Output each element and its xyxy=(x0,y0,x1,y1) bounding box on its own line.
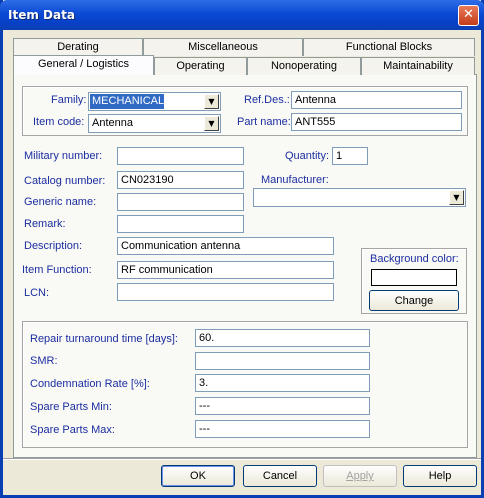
remark-label: Remark: xyxy=(24,218,66,230)
item-code-label: Item code: xyxy=(33,116,85,128)
condemnation-input[interactable]: 3. xyxy=(195,374,370,392)
spare-max-label: Spare Parts Max: xyxy=(30,424,115,436)
background-color-label: Background color: xyxy=(370,253,459,265)
spare-min-input[interactable]: --- xyxy=(195,397,370,415)
repair-tat-input[interactable]: 60. xyxy=(195,329,370,347)
item-code-value: Antenna xyxy=(92,117,133,129)
tab-derating[interactable]: Derating xyxy=(13,38,143,56)
apply-button[interactable]: Apply xyxy=(323,465,397,487)
window-title: Item Data xyxy=(8,8,75,22)
lcn-label: LCN: xyxy=(24,287,50,299)
tab-general-logistics[interactable]: General / Logistics xyxy=(13,55,154,75)
tab-maintainability[interactable]: Maintainability xyxy=(361,57,475,75)
item-function-label: Item Function: xyxy=(22,264,92,276)
family-select[interactable]: MECHANICAL ▼ xyxy=(88,92,221,111)
item-code-select[interactable]: Antenna ▼ xyxy=(88,114,221,133)
family-label: Family: xyxy=(51,94,87,106)
repair-tat-label: Repair turnaround time [days]: xyxy=(30,333,178,345)
title-bar[interactable]: Item Data ✕ xyxy=(0,0,484,30)
part-name-label: Part name: xyxy=(237,116,291,128)
change-color-button[interactable]: Change xyxy=(369,290,459,311)
close-icon[interactable]: ✕ xyxy=(458,5,479,26)
remark-input[interactable] xyxy=(117,215,244,233)
background-color-swatch[interactable] xyxy=(371,269,457,286)
manufacturer-label: Manufacturer: xyxy=(261,174,329,186)
refdes-input[interactable]: Antenna xyxy=(291,91,462,109)
military-number-input[interactable] xyxy=(117,147,244,165)
tab-nonoperating[interactable]: Nonoperating xyxy=(247,57,361,75)
spare-max-input[interactable]: --- xyxy=(195,420,370,438)
quantity-input[interactable]: 1 xyxy=(332,147,368,165)
tab-functional-blocks[interactable]: Functional Blocks xyxy=(303,38,475,56)
smr-label: SMR: xyxy=(30,355,58,367)
catalog-number-label: Catalog number: xyxy=(24,175,106,187)
chevron-down-icon[interactable]: ▼ xyxy=(204,94,219,109)
spare-min-label: Spare Parts Min: xyxy=(30,401,112,413)
smr-input[interactable] xyxy=(195,352,370,370)
tab-operating[interactable]: Operating xyxy=(154,57,247,75)
help-button[interactable]: Help xyxy=(403,465,477,487)
generic-name-input[interactable] xyxy=(117,193,244,211)
quantity-label: Quantity: xyxy=(285,150,330,162)
ok-button[interactable]: OK xyxy=(161,465,235,487)
cancel-button[interactable]: Cancel xyxy=(243,465,317,487)
description-input[interactable]: Communication antenna xyxy=(117,237,334,255)
description-label: Description: xyxy=(24,240,83,252)
lcn-input[interactable] xyxy=(117,283,334,301)
chevron-down-icon[interactable]: ▼ xyxy=(204,116,219,131)
manufacturer-value xyxy=(255,190,257,205)
manufacturer-select[interactable]: ▼ xyxy=(253,188,466,207)
catalog-number-input[interactable]: CN023190 xyxy=(117,171,244,189)
generic-name-label: Generic name: xyxy=(24,196,97,208)
tab-miscellaneous[interactable]: Miscellaneous xyxy=(143,38,303,56)
family-value: MECHANICAL xyxy=(90,94,165,109)
item-function-input[interactable]: RF communication xyxy=(117,261,334,279)
part-name-input[interactable]: ANT555 xyxy=(291,113,462,131)
refdes-label: Ref.Des.: xyxy=(244,94,290,106)
condemnation-label: Condemnation Rate [%]: xyxy=(30,378,150,390)
military-number-label: Military number: xyxy=(24,150,103,162)
item-data-dialog: Item Data ✕ Derating Miscellaneous Funct… xyxy=(0,0,484,498)
chevron-down-icon[interactable]: ▼ xyxy=(449,190,464,205)
